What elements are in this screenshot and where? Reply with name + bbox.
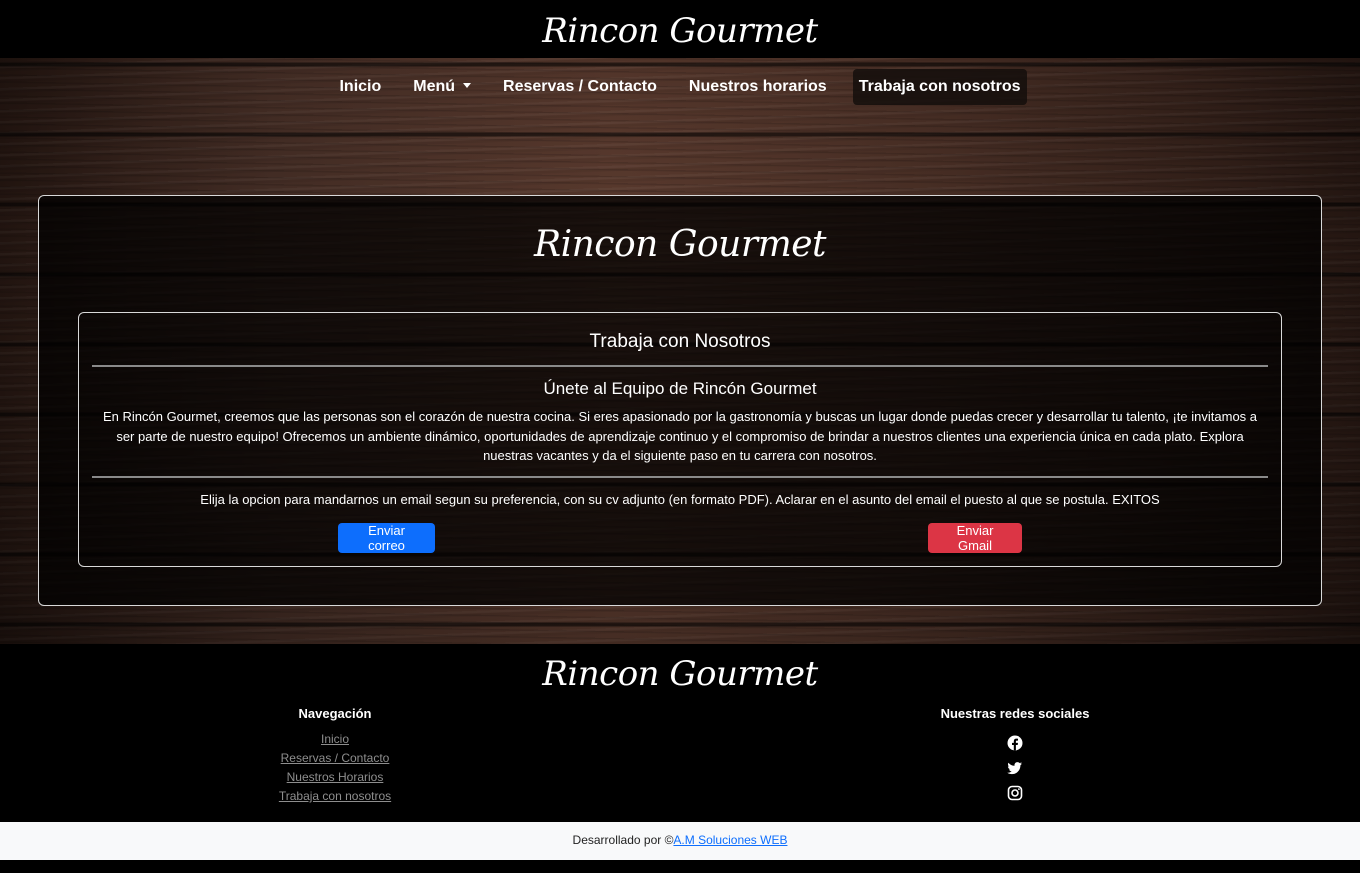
facebook-icon[interactable] bbox=[1007, 735, 1023, 751]
footer-logo: Rincon Gourmet bbox=[542, 654, 818, 694]
card-logo: Rincon Gourmet bbox=[533, 224, 827, 265]
credit-bar: Desarrollado por ©A.M Soluciones WEB bbox=[0, 822, 1360, 860]
footer-social: Nuestras redes sociales bbox=[915, 706, 1115, 810]
nav-item-reservas[interactable]: Reservas / Contacto bbox=[497, 69, 663, 105]
section-subtitle: Únete al Equipo de Rincón Gourmet bbox=[543, 379, 817, 398]
footer-link-reservas[interactable]: Reservas / Contacto bbox=[235, 749, 435, 768]
footer-nav-heading: Navegación bbox=[298, 706, 372, 721]
main-card: Rincon Gourmet Trabaja con Nosotros Únet… bbox=[38, 195, 1322, 606]
footer: Rincon Gourmet Navegación Inicio Reserva… bbox=[0, 644, 1360, 822]
footer-social-heading: Nuestras redes sociales bbox=[940, 706, 1090, 721]
nav-item-trabaja[interactable]: Trabaja con nosotros bbox=[852, 69, 1027, 105]
twitter-icon[interactable] bbox=[1007, 760, 1023, 776]
send-gmail-button[interactable]: Enviar Gmail bbox=[928, 523, 1022, 553]
footer-link-trabaja[interactable]: Trabaja con nosotros bbox=[235, 787, 435, 806]
nav-item-menu-label: Menú bbox=[413, 78, 456, 95]
credit-link[interactable]: A.M Soluciones WEB bbox=[673, 833, 787, 847]
nav-item-horarios[interactable]: Nuestros horarios bbox=[683, 69, 833, 105]
footer-link-horarios[interactable]: Nuestros Horarios bbox=[235, 768, 435, 787]
main-navigation: Inicio Menú Reservas / Contacto Nuestros… bbox=[0, 69, 1360, 105]
divider bbox=[92, 476, 1268, 478]
caret-down-icon bbox=[463, 83, 472, 88]
divider bbox=[92, 365, 1268, 367]
send-email-button[interactable]: Enviar correo bbox=[338, 523, 435, 553]
credit-prefix: Desarrollado por © bbox=[572, 833, 674, 847]
header-logo[interactable]: Rincon Gourmet bbox=[0, 0, 1360, 62]
card-title: Trabaja con Nosotros bbox=[589, 331, 771, 352]
top-header: Rincon Gourmet bbox=[0, 0, 1360, 58]
footer-navigation: Navegación Inicio Reservas / Contacto Nu… bbox=[235, 706, 435, 806]
footer-link-inicio[interactable]: Inicio bbox=[235, 730, 435, 749]
nav-item-inicio[interactable]: Inicio bbox=[333, 69, 387, 105]
instagram-icon[interactable] bbox=[1007, 785, 1023, 801]
job-info-panel: Trabaja con Nosotros Únete al Equipo de … bbox=[78, 312, 1282, 567]
instructions-text: Elija la opcion para mandarnos un email … bbox=[200, 492, 1160, 507]
description-text: En Rincón Gourmet, creemos que las perso… bbox=[102, 409, 1258, 463]
nav-item-menu[interactable]: Menú bbox=[407, 69, 477, 105]
